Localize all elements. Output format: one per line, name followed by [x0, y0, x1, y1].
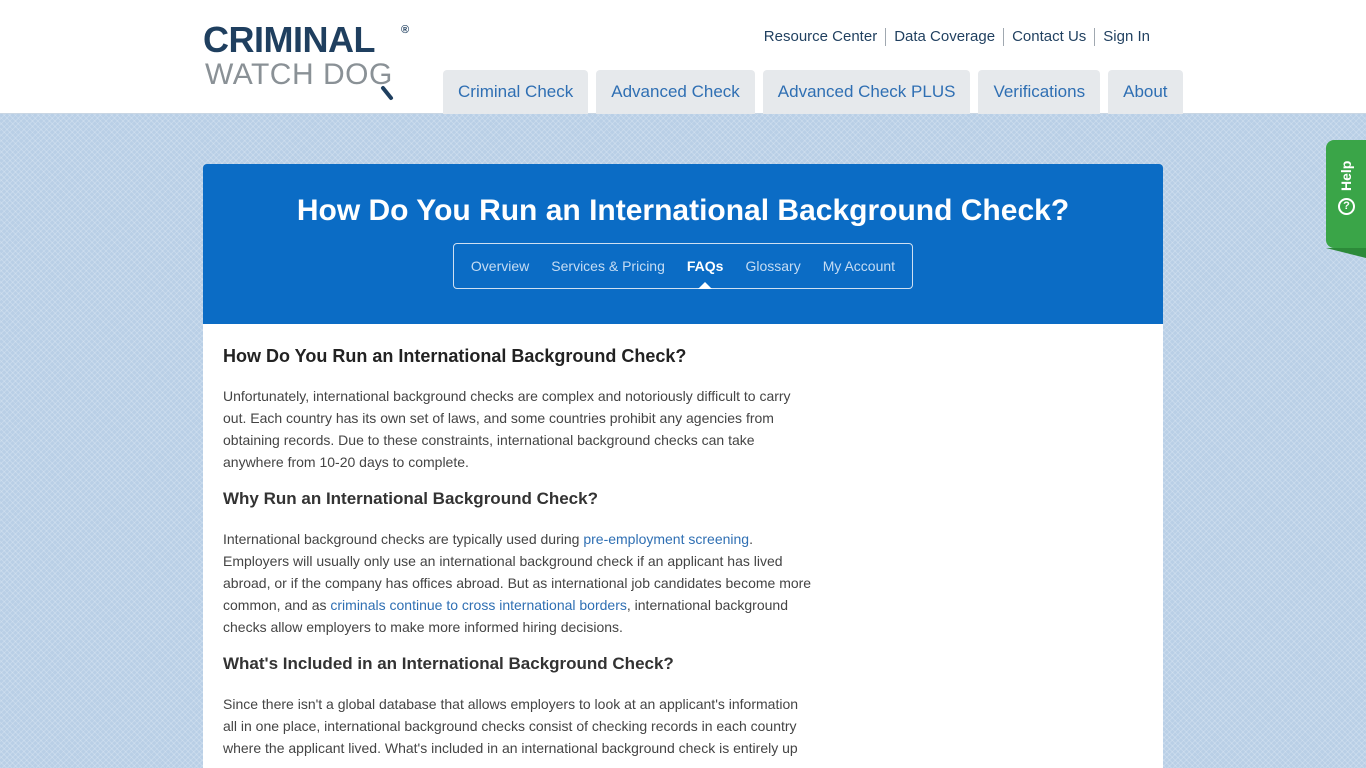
sub-nav-my-account[interactable]: My Account [812, 258, 906, 274]
util-link-contact-us[interactable]: Contact Us [1004, 28, 1094, 46]
nav-tab-criminal-check[interactable]: Criminal Check [443, 70, 589, 114]
link-pre-employment-screening[interactable]: pre-employment screening [583, 531, 749, 547]
nav-tab-advanced-check-plus[interactable]: Advanced Check PLUS [762, 70, 971, 114]
nav-tab-verifications[interactable]: Verifications [978, 70, 1101, 114]
section-sub-nav: Overview Services & Pricing FAQs Glossar… [453, 243, 913, 289]
site-header: CRIMINAL ® WATCH DOG Resource Center Dat… [0, 0, 1366, 114]
question-circle-icon: ? [1338, 198, 1355, 215]
content-card: How Do You Run an International Backgrou… [203, 324, 1163, 768]
section-heading-whats-included: What's Included in an International Back… [223, 654, 674, 673]
article-paragraph-3: Since there isn't a global database that… [223, 696, 799, 756]
sub-nav-glossary[interactable]: Glossary [734, 258, 811, 274]
sub-nav-services-pricing[interactable]: Services & Pricing [540, 258, 676, 274]
nav-tab-about[interactable]: About [1108, 70, 1183, 114]
help-tab[interactable]: Help ? [1326, 140, 1366, 258]
magnifier-icon [381, 86, 393, 100]
main-nav: Criminal Check Advanced Check Advanced C… [443, 70, 1183, 114]
paragraph-text: International background checks are typi… [223, 531, 584, 547]
section-heading-why: Why Run an International Background Chec… [223, 489, 598, 508]
page-banner: How Do You Run an International Backgrou… [203, 164, 1163, 324]
article-paragraph-1: Unfortunately, international background … [223, 388, 791, 470]
logo-line1: CRIMINAL [203, 19, 375, 60]
link-criminals-cross-borders[interactable]: criminals continue to cross internationa… [330, 597, 626, 613]
util-link-sign-in[interactable]: Sign In [1095, 28, 1158, 46]
util-link-data-coverage[interactable]: Data Coverage [886, 28, 1003, 46]
logo-registered-mark: ® [401, 24, 410, 36]
utility-nav: Resource Center Data Coverage Contact Us… [756, 26, 1158, 48]
faq-article: How Do You Run an International Backgrou… [223, 344, 813, 768]
help-label: Help [1338, 160, 1354, 192]
sub-nav-overview[interactable]: Overview [460, 258, 540, 274]
sub-nav-faqs[interactable]: FAQs [676, 258, 735, 289]
article-heading: How Do You Run an International Backgrou… [223, 346, 687, 366]
nav-tab-advanced-check[interactable]: Advanced Check [596, 70, 755, 114]
page-title: How Do You Run an International Backgrou… [296, 194, 1070, 227]
article-paragraph-2: International background checks are typi… [223, 528, 813, 638]
site-logo[interactable]: CRIMINAL ® WATCH DOG [203, 22, 418, 104]
util-link-resource-center[interactable]: Resource Center [756, 28, 885, 46]
